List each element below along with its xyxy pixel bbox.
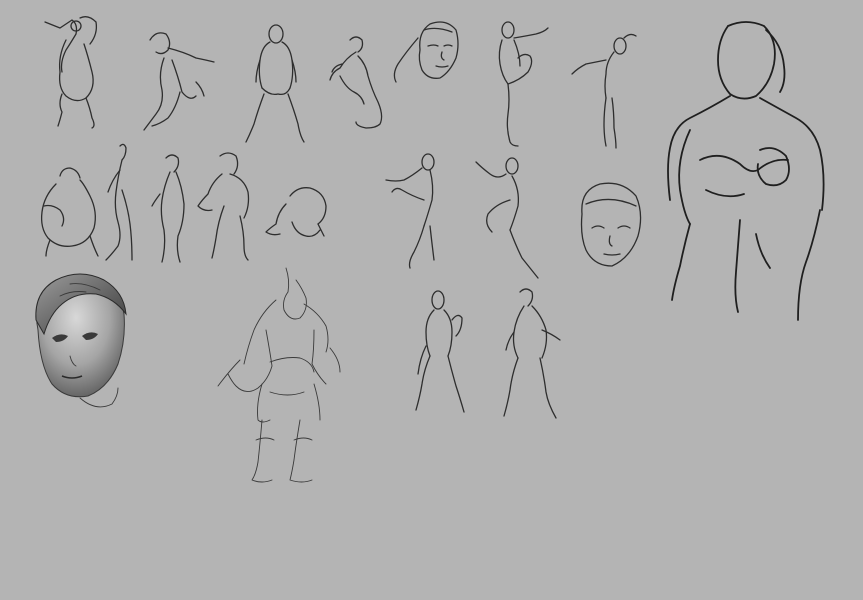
crouching-pose-sketch (329, 36, 383, 129)
side-kick-pose-sketch (571, 33, 637, 149)
standing-nude-front-sketch (415, 290, 465, 413)
muscular-torso-sketch (667, 21, 825, 321)
running-pose-sketch (143, 32, 215, 131)
jumping-pose-sketch (44, 16, 98, 129)
rendered-head (35, 273, 127, 408)
armored-warrior-sketch (217, 267, 341, 483)
standing-wide-stance-sketch (245, 24, 305, 143)
knee-raise-sketch (475, 157, 539, 279)
sketch-sheet (35, 16, 825, 483)
fighting-stance-sketch (385, 153, 435, 269)
squatting-figure-sketch (265, 187, 327, 238)
heavy-bodied-figure-sketch (40, 167, 99, 257)
thin-figure-sketch (105, 143, 133, 261)
face-front-sketch (580, 182, 642, 267)
standing-nude-side-sketch (503, 288, 561, 419)
brawler-figure-sketch (197, 152, 250, 261)
high-knee-pose-sketch (498, 21, 549, 147)
head-with-braid-sketch (393, 21, 459, 83)
sketch-canvas (0, 0, 863, 600)
side-standing-figure-sketch (151, 154, 185, 263)
